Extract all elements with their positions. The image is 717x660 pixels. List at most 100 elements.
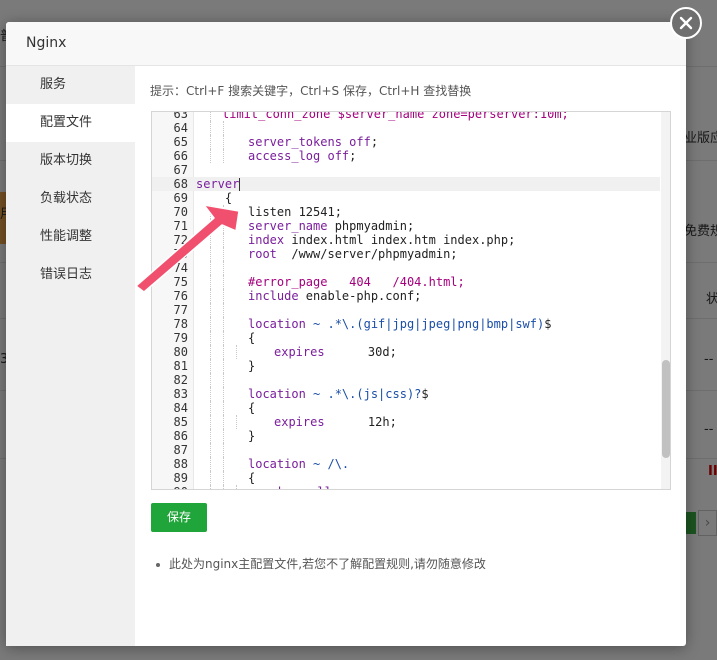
code-token: 12h; [367,415,397,429]
indent-guide [223,359,224,373]
config-warning-note: 此处为nginx主配置文件,若您不了解配置规则,请勿随意修改 [156,555,486,572]
code-text: server [196,177,241,191]
line-number: 83 [173,387,188,401]
code-text: limit_conn_zone $server_name zone=perser… [222,112,569,121]
code-line[interactable]: 81} [152,359,660,373]
code-line[interactable]: 69 { [152,191,660,205]
code-token: root [248,247,292,261]
close-dialog-button[interactable] [670,7,702,39]
indent-guide [210,373,211,387]
code-line[interactable]: 66 access_log off; [152,149,660,163]
code-token: expires [274,345,368,359]
code-line[interactable]: 64 [152,121,660,135]
line-number: 74 [173,261,188,275]
code-line[interactable]: 77 [152,303,660,317]
code-line[interactable]: 80 expires 30d; [152,345,660,359]
code-line[interactable]: 84 { [152,401,660,415]
code-line[interactable]: 65 server_tokens off; [152,135,660,149]
code-token: server_tokens [248,135,350,149]
indent-guide [223,415,224,429]
code-text: #error_page 404 /404.html; [248,275,465,289]
line-number: 88 [173,457,188,471]
indent-guide [210,359,211,373]
code-line[interactable]: 76 include enable-php.conf; [152,289,660,303]
code-line[interactable]: 72 index index.html index.htm index.php; [152,233,660,247]
code-text: expires 12h; [274,415,397,429]
code-line[interactable]: 79 { [152,331,660,345]
indent-guide [210,205,211,219]
indent-guide [223,149,224,163]
line-number: 70 [173,205,188,219]
code-line[interactable]: 68 server [152,177,660,191]
indent-guide [210,149,211,163]
sidebar-item-2[interactable]: 版本切换 [6,142,135,180]
code-line[interactable]: 67 [152,163,660,177]
code-token: server_name [248,219,335,233]
code-line[interactable]: 75 #error_page 404 /404.html; [152,275,660,289]
indent-guide [210,443,211,457]
sidebar-item-1[interactable]: 配置文件 [6,104,135,142]
indent-guide [223,485,224,489]
code-line[interactable]: 86} [152,429,660,443]
indent-guide [223,471,224,485]
code-line[interactable]: 88 location ~ /\. [152,457,660,471]
indent-guide [210,401,211,415]
line-number: 76 [173,289,188,303]
code-token: ~ /\. [313,457,350,471]
indent-guide [210,331,211,345]
scrollbar-thumb[interactable] [662,360,670,458]
indent-guide [223,443,224,457]
code-token: ; [332,485,339,489]
indent-guide [223,289,224,303]
code-text: { [248,331,255,345]
code-token: { [248,471,256,485]
code-line[interactable]: 90 deny all; [152,485,660,489]
line-number: 72 [173,233,188,247]
sidebar-item-0[interactable]: 服务 [6,66,135,104]
code-text: listen 12541; [248,205,342,219]
line-number: 65 [173,135,188,149]
indent-guide [223,387,224,401]
code-line[interactable]: 78 location ~ .*\.(gif|jpg|jpeg|png|bmp|s… [152,317,660,331]
code-line[interactable]: 73 root /www/server/phpmyadmin; [152,247,660,261]
close-icon [679,16,693,30]
code-line[interactable]: 63 limit_conn_zone $server_name zone=pers… [152,112,660,121]
code-line[interactable]: 71 server_name phpmyadmin; [152,219,660,233]
indent-guide [210,121,211,135]
config-editor[interactable]: 63 limit_conn_zone $server_name zone=pers… [151,111,671,490]
code-token: { [248,401,256,415]
sidebar-item-5[interactable]: 错误日志 [6,256,135,294]
code-line[interactable]: 89 { [152,471,660,485]
indent-guide [223,331,224,345]
code-text: { [196,191,232,205]
indent-guide [210,471,211,485]
indent-guide [210,345,211,359]
indent-guide [236,415,237,429]
code-token: { [196,191,233,205]
editor-scrollbar[interactable] [661,112,670,489]
save-button[interactable]: 保存 [151,503,207,532]
code-line[interactable]: 87 [152,443,660,457]
indent-guide [210,112,211,121]
line-number: 64 [173,121,188,135]
code-line[interactable]: 82 [152,373,660,387]
code-line[interactable]: 83 location ~ .*\.(js|css)?$ [152,387,660,401]
indent-guide [210,485,211,489]
sidebar-item-3[interactable]: 负载状态 [6,180,135,218]
code-line[interactable]: 85 expires 12h; [152,415,660,429]
indent-guide [223,275,224,289]
code-token: index.html index.htm index.php; [291,233,516,247]
code-text: deny all; [274,485,339,489]
indent-guide [223,317,224,331]
code-line[interactable]: 70 listen 12541; [152,205,660,219]
code-line[interactable]: 74 [152,261,660,275]
code-token: enable-php.conf; [305,289,422,303]
code-token: 30d; [367,345,397,359]
dialog-title: Nginx [26,35,67,51]
config-warning-text: 此处为nginx主配置文件,若您不了解配置规则,请勿随意修改 [169,557,486,571]
code-token: deny all [274,485,332,489]
sidebar-item-4[interactable]: 性能调整 [6,218,135,256]
shortcut-hint: 提示：Ctrl+F 搜索关键字，Ctrl+S 保存，Ctrl+H 查找替换 [150,84,472,98]
indent-guide [223,345,224,359]
indent-guide [210,429,211,443]
